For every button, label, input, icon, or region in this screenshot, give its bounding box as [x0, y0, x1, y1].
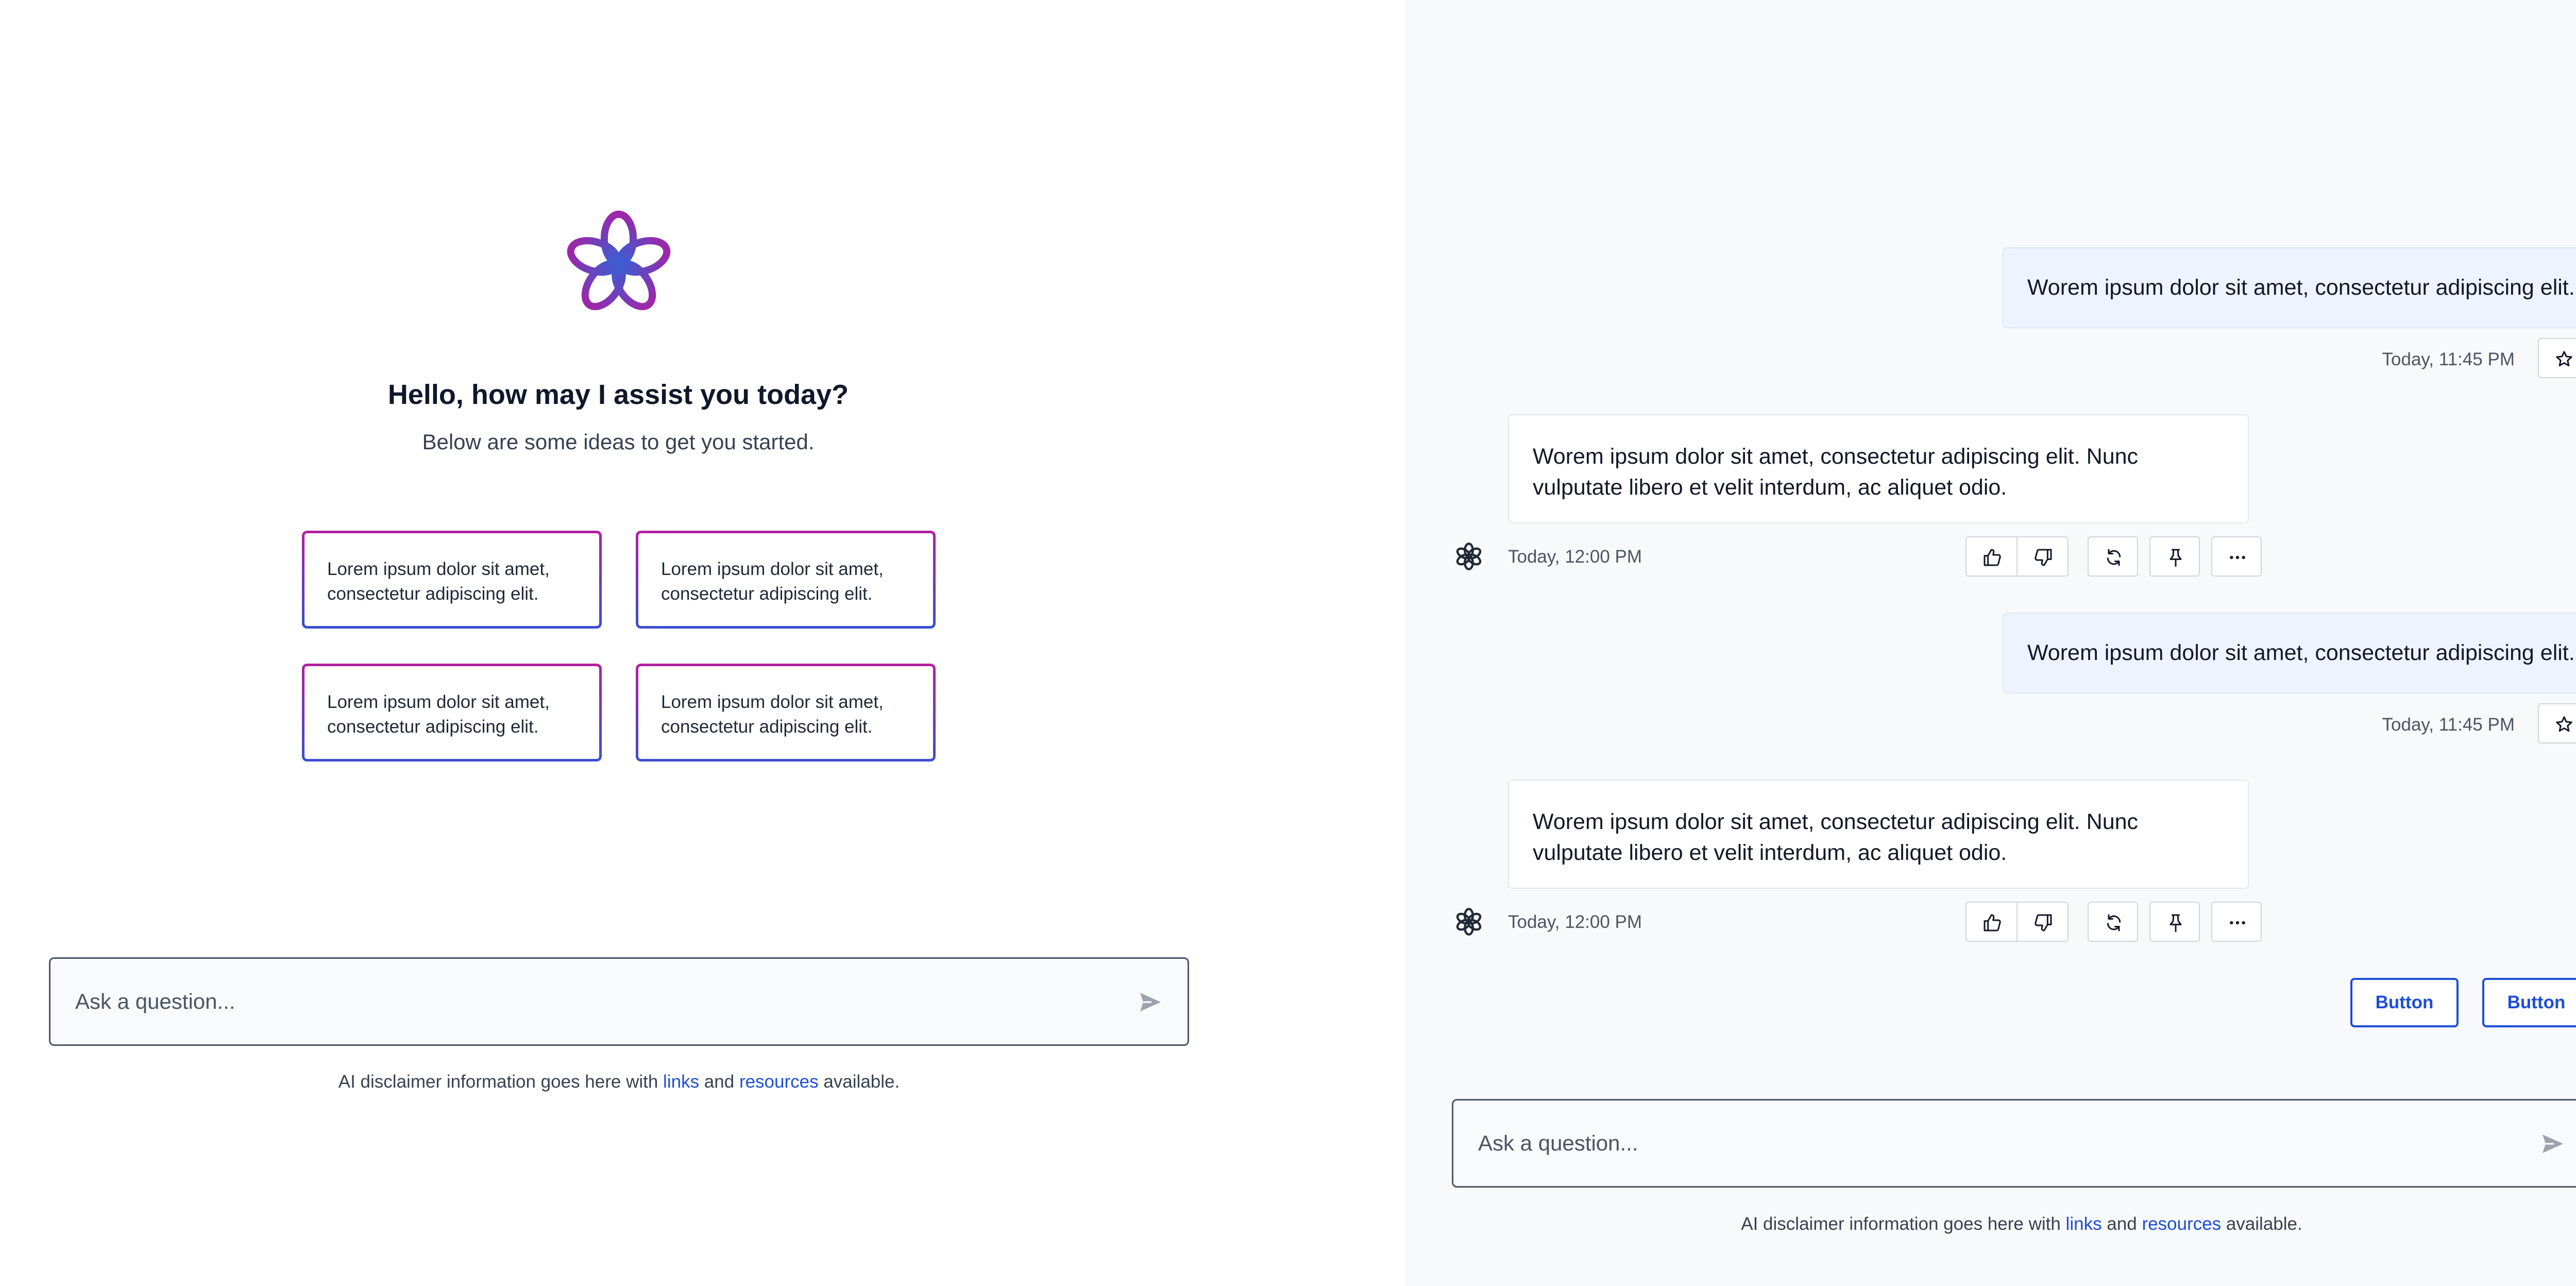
ai-disclaimer: AI disclaimer information goes here with…	[49, 1072, 1189, 1092]
disclaimer-links-link[interactable]: links	[2066, 1214, 2102, 1234]
thumbs-down-button[interactable]	[2016, 902, 2069, 942]
idea-card-1[interactable]: Lorem ipsum dolor sit amet, consectetur …	[302, 531, 602, 629]
regenerate-button[interactable]	[2088, 536, 2138, 577]
idea-card-2[interactable]: Lorem ipsum dolor sit amet, consectetur …	[636, 531, 936, 629]
disclaimer-text: AI disclaimer information goes here with	[1741, 1214, 2066, 1234]
more-icon	[2230, 555, 2245, 560]
bot-avatar-icon	[1456, 908, 1482, 936]
idea-suggestions: Lorem ipsum dolor sit amet, consectetur …	[302, 531, 936, 763]
question-placeholder: Ask a question...	[1478, 1131, 1638, 1155]
disclaimer-resources-link[interactable]: resources	[2142, 1214, 2221, 1234]
user-message: Worem ipsum dolor sit amet, consectetur …	[2003, 613, 2576, 693]
message-actions	[1965, 902, 2262, 943]
send-icon[interactable]	[2540, 1131, 2565, 1156]
knot-flower-logo-icon	[567, 210, 671, 311]
idea-card-4[interactable]: Lorem ipsum dolor sit amet, consectetur …	[636, 664, 936, 762]
more-options-button[interactable]	[2211, 902, 2262, 942]
assistant-message: Worem ipsum dolor sit amet, consectetur …	[1508, 780, 2249, 889]
pin-button[interactable]	[2149, 536, 2200, 577]
regenerate-button[interactable]	[2088, 902, 2138, 942]
disclaimer-links-link[interactable]: links	[663, 1072, 699, 1092]
welcome-title: Hello, how may I assist you today?	[387, 379, 849, 410]
more-icon	[2230, 921, 2245, 925]
bot-avatar-icon	[1456, 543, 1482, 570]
disclaimer-text: AI disclaimer information goes here with	[338, 1072, 664, 1092]
favorite-button[interactable]	[2538, 338, 2576, 378]
star-icon	[2556, 716, 2572, 732]
message-timestamp: Today, 12:00 PM	[1508, 912, 1642, 932]
question-input[interactable]: Ask a question...	[1452, 1099, 2576, 1188]
suggested-action-button-1[interactable]: Button	[2350, 978, 2459, 1027]
ai-disclaimer: AI disclaimer information goes here with…	[1452, 1214, 2576, 1234]
thumbs-down-icon	[2035, 549, 2052, 566]
disclaimer-text-suffix: available.	[2221, 1214, 2302, 1234]
send-icon[interactable]	[1138, 990, 1163, 1014]
message-timestamp: Today, 11:45 PM	[2382, 715, 2515, 735]
welcome-pane: Hello, how may I assist you today? Below…	[0, 0, 1404, 1286]
favorite-button[interactable]	[2538, 703, 2576, 743]
disclaimer-text-middle: and	[699, 1072, 739, 1092]
disclaimer-text-suffix: available.	[818, 1072, 900, 1092]
thumbs-up-button[interactable]	[1965, 902, 2018, 942]
message-timestamp: Today, 12:00 PM	[1508, 547, 1642, 567]
assistant-message: Worem ipsum dolor sit amet, consectetur …	[1508, 414, 2249, 523]
thumbs-up-icon	[1984, 914, 2001, 932]
question-input[interactable]: Ask a question...	[49, 957, 1189, 1046]
regenerate-icon	[2107, 914, 2121, 932]
conversation-pane: Worem ipsum dolor sit amet, consectetur …	[1404, 0, 2576, 1286]
pin-icon	[2170, 549, 2182, 567]
pin-button[interactable]	[2149, 902, 2200, 942]
idea-card-3[interactable]: Lorem ipsum dolor sit amet, consectetur …	[302, 664, 602, 762]
welcome-subtitle: Below are some ideas to get you started.	[422, 430, 815, 454]
regenerate-icon	[2107, 549, 2121, 566]
disclaimer-text-middle: and	[2102, 1214, 2142, 1234]
question-placeholder: Ask a question...	[75, 989, 235, 1013]
pin-icon	[2170, 914, 2182, 933]
user-message: Worem ipsum dolor sit amet, consectetur …	[2003, 247, 2576, 328]
star-icon	[2556, 351, 2572, 367]
message-actions	[1965, 536, 2262, 578]
message-timestamp: Today, 11:45 PM	[2382, 349, 2515, 369]
thumbs-down-button[interactable]	[2016, 536, 2069, 577]
thumbs-down-icon	[2035, 914, 2052, 932]
thumbs-up-button[interactable]	[1965, 536, 2018, 577]
thumbs-up-icon	[1984, 549, 2001, 566]
more-options-button[interactable]	[2211, 536, 2262, 577]
app-root: Hello, how may I assist you today? Below…	[0, 0, 2576, 1286]
suggested-action-button-2[interactable]: Button	[2482, 978, 2576, 1027]
disclaimer-resources-link[interactable]: resources	[739, 1072, 819, 1092]
